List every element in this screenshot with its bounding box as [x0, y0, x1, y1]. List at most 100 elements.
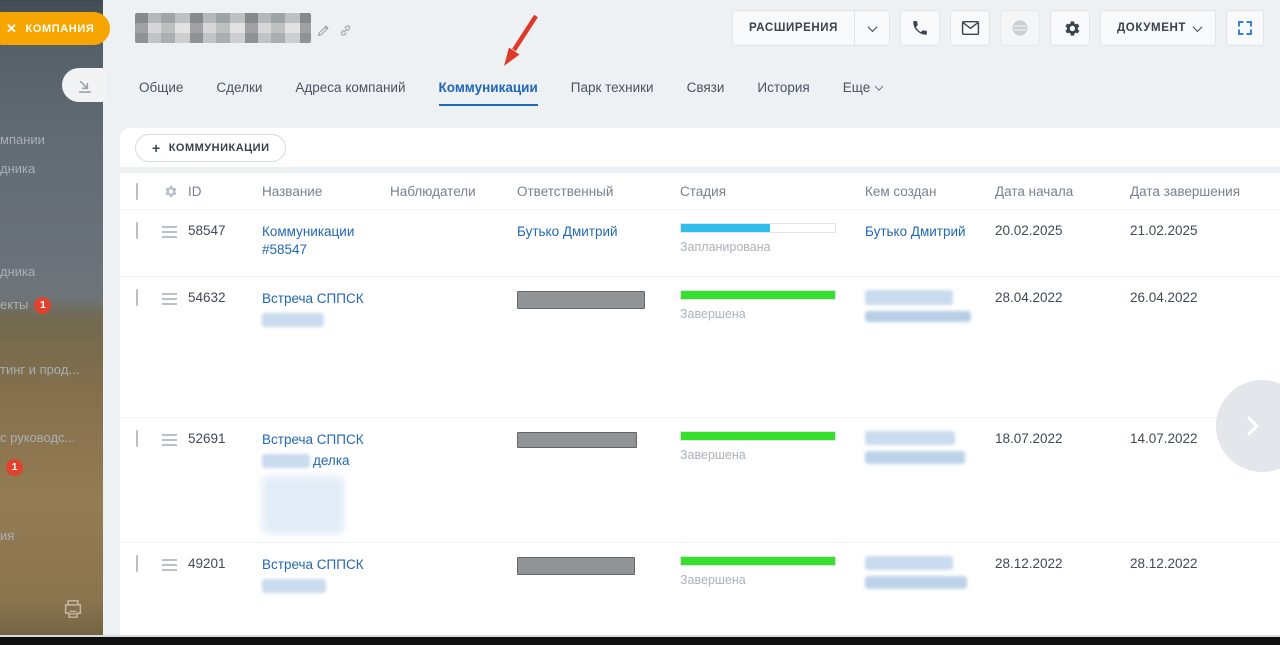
phone-button[interactable] — [900, 10, 940, 46]
document-label: ДОКУМЕНТ — [1101, 22, 1194, 34]
table-row: 52691 Встреча СППСК делка Завершена 18.0… — [120, 418, 1280, 543]
cell-watchers — [390, 210, 517, 223]
communication-link[interactable]: Встреча СППСК — [262, 290, 390, 308]
tab-fleet[interactable]: Парк техники — [571, 80, 654, 95]
redacted-creator — [865, 277, 995, 322]
onec-button[interactable] — [1000, 10, 1040, 46]
communications-table: ID Название Наблюдатели Ответственный Ст… — [120, 173, 1280, 635]
stage-progress-bar — [680, 431, 836, 441]
grid-settings-button[interactable] — [162, 184, 188, 199]
tab-communications[interactable]: Коммуникации — [439, 80, 538, 95]
row-checkbox[interactable] — [136, 222, 138, 239]
cell-id: 54632 — [188, 277, 262, 305]
col-header-stage[interactable]: Стадия — [680, 184, 865, 199]
edit-icon[interactable] — [316, 23, 331, 38]
actions-strip: + КОММУНИКАЦИИ — [120, 128, 1280, 167]
chevron-down-icon — [1193, 22, 1203, 32]
tab-general[interactable]: Общие — [139, 80, 183, 95]
cell-stage: Завершена — [680, 543, 865, 587]
chevron-right-icon — [1239, 416, 1259, 436]
fullscreen-button[interactable] — [1226, 10, 1264, 46]
printer-icon[interactable] — [63, 600, 83, 618]
row-checkbox[interactable] — [136, 555, 138, 572]
col-header-name[interactable]: Название — [262, 184, 390, 199]
col-header-id[interactable]: ID — [188, 184, 262, 199]
redacted-text — [262, 454, 310, 468]
responsible-link[interactable]: Бутько Дмитрий — [517, 223, 680, 241]
sidebar-item-projects[interactable]: екты1 — [0, 297, 103, 314]
cell-watchers — [390, 418, 517, 431]
collapse-icon — [76, 77, 93, 94]
row-menu-icon[interactable] — [162, 293, 177, 305]
globe-icon — [1010, 18, 1030, 38]
bottom-bar — [0, 637, 1280, 645]
stage-label: Завершена — [680, 573, 865, 587]
tab-addresses[interactable]: Адреса компаний — [295, 80, 405, 95]
col-header-date-start[interactable]: Дата начала — [995, 184, 1130, 199]
tab-relations[interactable]: Связи — [687, 80, 725, 95]
tab-history[interactable]: История — [757, 80, 809, 95]
stage-label: Завершена — [680, 448, 865, 462]
cell-id: 58547 — [188, 210, 262, 238]
row-menu-icon[interactable] — [162, 559, 177, 571]
redacted-text — [262, 579, 326, 593]
company-entity-badge[interactable]: ✕ КОМПАНИЯ — [0, 12, 110, 45]
gear-icon — [1061, 19, 1080, 38]
sidebar-item-1[interactable]: дника — [0, 161, 103, 176]
row-menu-icon[interactable] — [162, 226, 177, 238]
row-checkbox[interactable] — [136, 430, 138, 447]
plus-icon: + — [152, 140, 161, 156]
communication-link[interactable]: Коммуникации#58547 — [262, 223, 390, 259]
row-checkbox[interactable] — [136, 289, 138, 306]
sidebar-item-7[interactable]: ия — [0, 528, 103, 543]
collapse-sidebar-button[interactable] — [62, 68, 107, 102]
stage-progress-bar — [680, 290, 836, 300]
communication-link[interactable]: Встреча СППСК — [262, 556, 390, 574]
creator-link[interactable]: Бутько Дмитрий — [865, 223, 995, 241]
redacted-creator — [865, 418, 995, 464]
select-all-checkbox[interactable] — [136, 183, 138, 200]
row-menu-icon[interactable] — [162, 434, 177, 446]
notification-badge: 1 — [6, 459, 23, 476]
sidebar-item-2[interactable]: дника — [0, 264, 103, 279]
cell-stage: Запланирована — [680, 210, 865, 254]
sidebar-item-marketing[interactable]: тинг и прод... — [0, 362, 103, 377]
cell-date-start: 20.02.2025 — [995, 210, 1130, 238]
link-icon[interactable] — [338, 23, 353, 38]
close-icon[interactable]: ✕ — [6, 21, 18, 37]
redacted-responsible — [517, 291, 645, 309]
col-header-creator[interactable]: Кем создан — [865, 184, 995, 199]
annotation-arrow — [490, 10, 550, 78]
redacted-responsible — [517, 432, 637, 448]
tab-deals[interactable]: Сделки — [216, 80, 262, 95]
sidebar-item-management[interactable]: с руководс... — [0, 430, 103, 445]
phone-icon — [911, 19, 929, 37]
entity-tabs: Общие Сделки Адреса компаний Коммуникаци… — [139, 80, 882, 95]
extensions-button[interactable]: РАСШИРЕНИЯ — [732, 10, 890, 46]
settings-button[interactable] — [1050, 10, 1090, 46]
cell-watchers — [390, 543, 517, 556]
stage-progress-bar — [680, 556, 836, 566]
redacted-text — [262, 313, 324, 327]
communication-link-part[interactable]: делка — [313, 452, 350, 470]
add-communication-button[interactable]: + КОММУНИКАЦИИ — [135, 134, 286, 162]
col-header-responsible[interactable]: Ответственный — [517, 184, 680, 199]
cell-stage: Завершена — [680, 277, 865, 321]
gear-icon — [162, 184, 177, 199]
col-header-watchers[interactable]: Наблюдатели — [390, 184, 517, 199]
communication-link[interactable]: Встреча СППСК — [262, 431, 390, 449]
cell-watchers — [390, 277, 517, 290]
notification-badge: 1 — [34, 297, 51, 314]
cell-date-start: 18.07.2022 — [995, 418, 1130, 446]
tab-more[interactable]: Еще — [843, 80, 882, 95]
table-header-row: ID Название Наблюдатели Ответственный Ст… — [120, 173, 1280, 210]
col-header-date-end[interactable]: Дата завершения — [1130, 184, 1280, 199]
extensions-label: РАСШИРЕНИЯ — [733, 22, 854, 34]
extensions-dropdown[interactable] — [855, 25, 889, 32]
document-button[interactable]: ДОКУМЕНТ — [1100, 10, 1216, 46]
sidebar-item-companies[interactable]: мпании — [0, 132, 103, 147]
cell-id: 49201 — [188, 543, 262, 571]
mail-button[interactable] — [950, 10, 990, 46]
cell-stage: Завершена — [680, 418, 865, 462]
company-title-redacted — [135, 13, 311, 43]
